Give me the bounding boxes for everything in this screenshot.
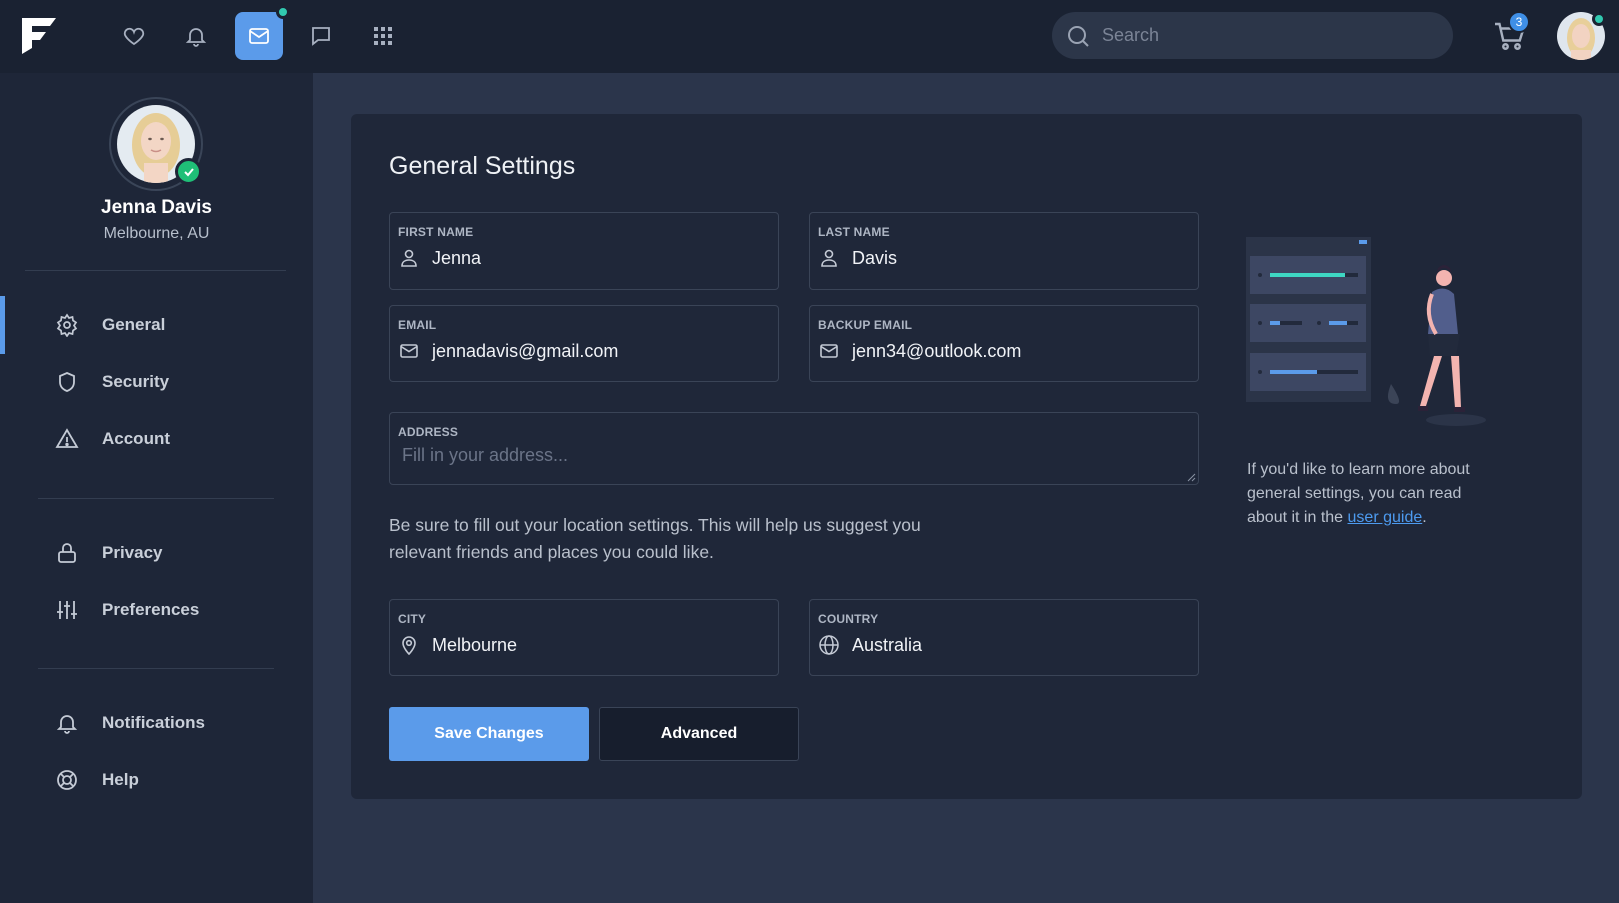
search-icon	[1068, 25, 1089, 47]
field-label: EMAIL	[398, 318, 437, 332]
last-name-field[interactable]: LAST NAME Davis	[809, 212, 1199, 290]
mail-icon	[398, 340, 420, 362]
verified-check-icon	[175, 158, 202, 185]
heart-icon[interactable]	[110, 12, 158, 60]
profile-location: Melbourne, AU	[103, 225, 210, 242]
field-value: Jenna	[432, 247, 482, 268]
field-value: jenn34@outlook.com	[852, 340, 1022, 361]
email-field[interactable]: EMAIL jennadavis@gmail.com	[389, 305, 779, 382]
general-settings-card: General Settings FIRST NAME Jenna LAST N…	[351, 114, 1582, 799]
sidebar-item-label: Notifications	[102, 713, 205, 732]
field-label: COUNTRY	[818, 612, 879, 626]
save-changes-button[interactable]: Save Changes	[389, 707, 589, 761]
sidebar-item-privacy[interactable]: Privacy	[0, 524, 313, 582]
sidebar-divider	[25, 270, 286, 271]
sidebar-item-label: Security	[102, 372, 170, 391]
top-navbar: 3	[0, 0, 1619, 73]
user-icon	[398, 247, 420, 269]
sidebar-item-label: General	[102, 315, 166, 334]
field-value: Davis	[852, 247, 898, 268]
backup-email-field[interactable]: BACKUP EMAIL jenn34@outlook.com	[809, 305, 1199, 382]
cart-count-badge: 3	[1508, 11, 1530, 33]
sidebar-item-general[interactable]: General	[0, 296, 313, 354]
page-title: General Settings	[389, 152, 576, 180]
field-value: Australia	[852, 634, 923, 655]
search-bar[interactable]	[1052, 12, 1453, 59]
field-label: FIRST NAME	[398, 225, 474, 239]
sidebar-divider	[38, 668, 274, 669]
advanced-button[interactable]: Advanced	[599, 707, 799, 761]
address-input[interactable]	[402, 445, 1162, 479]
online-status-dot	[1592, 12, 1606, 26]
info-text-end: .	[1422, 509, 1427, 526]
warning-icon	[54, 426, 80, 452]
user-icon	[818, 247, 840, 269]
field-value: jennadavis@gmail.com	[432, 340, 619, 361]
bell-icon	[54, 710, 80, 736]
mail-icon[interactable]	[235, 5, 290, 60]
lock-icon	[54, 540, 80, 566]
city-field[interactable]: CITY Melbourne	[389, 599, 779, 676]
user-guide-link[interactable]: user guide	[1348, 509, 1423, 526]
field-label: ADDRESS	[398, 425, 459, 439]
info-text: If you'd like to learn more about genera…	[1247, 458, 1497, 530]
sidebar-divider	[38, 498, 274, 499]
globe-icon	[818, 634, 840, 656]
search-input[interactable]	[1102, 25, 1422, 46]
sidebar-item-label: Account	[102, 429, 170, 448]
chat-icon[interactable]	[297, 12, 345, 60]
sidebar-item-account[interactable]: Account	[0, 410, 313, 468]
sidebar-item-preferences[interactable]: Preferences	[0, 581, 313, 639]
sidebar-item-help[interactable]: Help	[0, 751, 313, 809]
gear-icon	[54, 312, 80, 338]
sidebar-item-security[interactable]: Security	[0, 353, 313, 411]
country-field[interactable]: COUNTRY Australia	[809, 599, 1199, 676]
first-name-field[interactable]: FIRST NAME Jenna	[389, 212, 779, 290]
field-label: BACKUP EMAIL	[818, 318, 913, 332]
unread-dot	[276, 5, 290, 19]
lifebuoy-icon	[54, 767, 80, 793]
sidebar-item-label: Preferences	[102, 600, 200, 619]
profile-name: Jenna Davis	[101, 197, 212, 218]
settings-illustration	[1246, 237, 1486, 426]
sidebar-item-notifications[interactable]: Notifications	[0, 694, 313, 752]
field-label: LAST NAME	[818, 225, 890, 239]
map-pin-icon	[398, 634, 420, 656]
resize-handle-icon[interactable]	[1186, 472, 1196, 482]
mail-icon	[818, 340, 840, 362]
sidebar: Jenna Davis Melbourne, AU General Securi…	[0, 73, 313, 903]
logo-icon[interactable]	[20, 16, 58, 56]
field-value: Melbourne	[432, 634, 518, 655]
sliders-icon	[54, 597, 80, 623]
grid-icon[interactable]	[359, 12, 407, 60]
address-field[interactable]: ADDRESS	[389, 412, 1199, 485]
bell-icon[interactable]	[172, 12, 220, 60]
field-label: CITY	[398, 612, 427, 626]
location-help-text: Be sure to fill out your location settin…	[389, 515, 921, 562]
shield-icon	[54, 369, 80, 395]
sidebar-item-label: Help	[102, 770, 139, 789]
sidebar-item-label: Privacy	[102, 543, 163, 562]
